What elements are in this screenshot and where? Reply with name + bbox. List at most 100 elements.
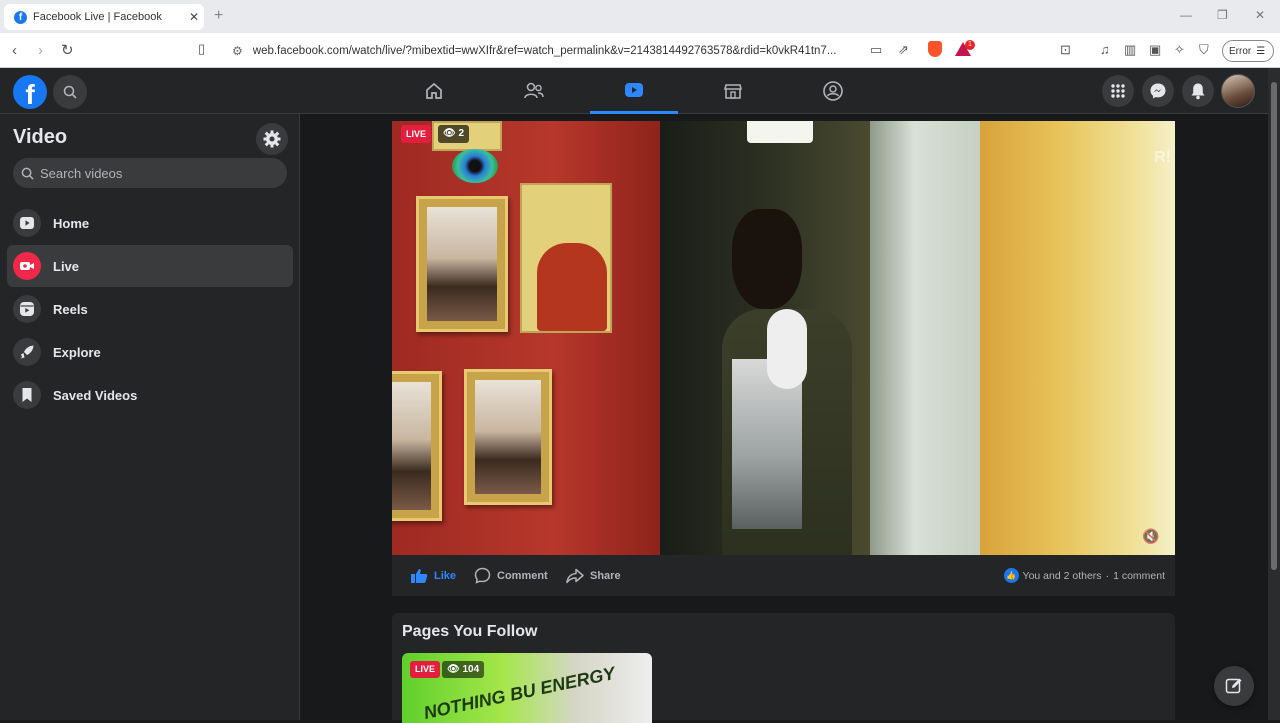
like-label: Like — [434, 569, 457, 582]
bookmark-icon[interactable]: ▯ — [198, 41, 205, 57]
sidebar-item-reels[interactable]: Reels — [7, 288, 293, 330]
back-icon[interactable]: ‹ — [12, 42, 17, 59]
notifications-button[interactable] — [1182, 75, 1214, 107]
facebook-logo-icon[interactable]: f — [13, 75, 47, 109]
video-watermark: R! — [1154, 149, 1171, 166]
sidebar-item-saved-videos[interactable]: Saved Videos — [7, 374, 293, 416]
section-title: Pages You Follow — [402, 623, 538, 640]
like-reaction-icon: 👍 — [1003, 568, 1019, 583]
thumbnail-viewer-value: 104 — [462, 664, 480, 675]
menu-button[interactable] — [1102, 75, 1134, 107]
bookmark-icon — [13, 381, 41, 409]
tab-title: Facebook Live | Facebook — [33, 11, 162, 23]
search-icon — [63, 85, 77, 99]
sidebar-item-live[interactable]: Live — [7, 245, 293, 287]
thumbnail-live-badge: LIVE — [410, 661, 441, 678]
video-scene-portrait — [464, 369, 552, 505]
sidebar-item-home[interactable]: Home — [7, 202, 293, 244]
sidebar-toggle-icon[interactable]: ▥ — [1124, 42, 1136, 58]
close-tab-icon[interactable]: ✕ — [184, 10, 204, 24]
video-scene-door — [870, 121, 980, 555]
video-scene-portrait — [392, 371, 442, 521]
compose-icon — [1225, 678, 1242, 694]
nav-marketplace[interactable] — [689, 68, 777, 114]
browser-tab[interactable]: f Facebook Live | Facebook ✕ — [4, 4, 204, 30]
reels-icon — [13, 295, 41, 323]
leo-ai-icon[interactable]: ✧ — [1174, 42, 1185, 58]
address-bar[interactable]: ⚙ web.facebook.com/watch/live/?mibextid=… — [222, 38, 978, 63]
search-button[interactable] — [53, 75, 87, 109]
reload-icon[interactable]: ↻ — [61, 41, 74, 59]
url-text: web.facebook.com/watch/live/?mibextid=ww… — [252, 44, 837, 57]
eye-icon: 👁 — [447, 664, 460, 675]
comment-button[interactable]: Comment — [474, 555, 548, 596]
menu-icon: ☰ — [1256, 45, 1266, 57]
play-icon — [13, 209, 41, 237]
like-button[interactable]: Like — [410, 555, 456, 596]
error-label: Error — [1229, 45, 1252, 57]
nav-video[interactable] — [590, 68, 678, 114]
sidebar-item-label: Live — [53, 258, 80, 274]
video-icon — [625, 82, 643, 97]
minimize-icon[interactable]: — — [1180, 8, 1192, 22]
forward-icon[interactable]: › — [38, 42, 43, 59]
eye-icon: 👁 — [443, 128, 456, 139]
sidebar-title: Video — [13, 126, 68, 148]
video-scene-portrait — [416, 196, 508, 332]
facebook-header: f — [0, 68, 1268, 114]
share-icon — [566, 568, 584, 583]
account-avatar[interactable] — [1221, 74, 1255, 108]
browser-tabbar: f Facebook Live | Facebook ✕ + — ❐ ✕ — [0, 0, 1280, 33]
video-scene-eye-logo — [452, 149, 498, 183]
search-icon — [21, 167, 34, 180]
reactions-text: You and 2 others — [1022, 569, 1102, 582]
restore-icon[interactable]: ❐ — [1217, 8, 1228, 22]
rocket-icon — [13, 338, 41, 366]
mute-icon[interactable]: 🔇 — [1142, 528, 1159, 545]
friends-icon — [524, 82, 544, 99]
marketplace-icon — [723, 84, 743, 99]
home-icon — [426, 82, 442, 99]
gear-icon — [263, 130, 281, 148]
search-videos-box[interactable] — [13, 158, 287, 188]
comment-count[interactable]: 1 comment — [1113, 570, 1165, 582]
brave-shields-icon[interactable] — [928, 41, 942, 57]
nav-home[interactable] — [390, 68, 478, 114]
screenshot-icon[interactable]: ⊡ — [1060, 42, 1071, 58]
video-sidebar: Video Home Live Reels Explore Saved Vide — [0, 114, 300, 720]
video-scene-vase — [537, 243, 607, 331]
comment-label: Comment — [497, 569, 548, 582]
messenger-icon — [1150, 83, 1166, 99]
wallet-icon[interactable]: ▣ — [1149, 42, 1161, 58]
live-camera-icon — [13, 252, 41, 280]
pages-you-follow-section: Pages You Follow NOTHING BU ENERGY — [392, 613, 1175, 723]
reactions-summary[interactable]: 👍 You and 2 others · 1 comment — [1003, 555, 1165, 596]
sidebar-item-label: Explore — [53, 344, 101, 360]
nav-groups[interactable] — [789, 68, 877, 114]
cast-icon[interactable]: ▭ — [870, 42, 882, 58]
share-page-icon[interactable]: ⇗ — [898, 42, 909, 58]
share-button[interactable]: Share — [566, 555, 621, 596]
new-tab-icon[interactable]: + — [214, 7, 223, 25]
search-videos-input[interactable] — [40, 165, 270, 181]
vpn-icon[interactable]: ⛉ — [1199, 42, 1209, 58]
viewer-count-value: 2 — [458, 128, 465, 139]
comment-icon — [474, 567, 491, 584]
sidebar-item-explore[interactable]: Explore — [7, 331, 293, 373]
scrollbar-thumb[interactable] — [1271, 82, 1277, 570]
bell-icon — [1191, 83, 1205, 100]
profile-error-button[interactable]: Error ☰ — [1222, 40, 1274, 62]
video-settings-button[interactable] — [256, 123, 288, 155]
sidebar-item-label: Reels — [53, 301, 88, 317]
nav-friends[interactable] — [490, 68, 578, 114]
messenger-button[interactable] — [1142, 75, 1174, 107]
groups-icon — [823, 81, 843, 101]
media-icon[interactable]: ♫ — [1100, 42, 1110, 57]
site-settings-icon[interactable]: ⚙ — [232, 44, 243, 58]
viewer-count: 👁 2 — [438, 125, 470, 143]
close-window-icon[interactable]: ✕ — [1255, 8, 1265, 22]
new-message-button[interactable] — [1214, 666, 1254, 706]
live-video-player[interactable]: R! — [392, 121, 1175, 555]
share-label: Share — [590, 569, 621, 582]
video-scene-person — [722, 209, 852, 555]
